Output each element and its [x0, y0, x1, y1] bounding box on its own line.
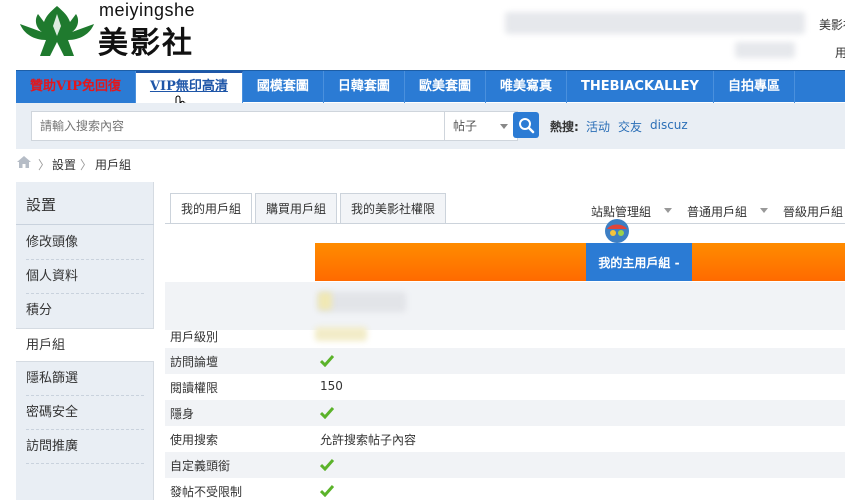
tab-my-user-group[interactable]: 我的用戶組: [170, 193, 253, 224]
chevron-down-icon: [760, 208, 768, 213]
breadcrumb-separator: 〉: [38, 158, 51, 172]
sidebar-title: 設置: [26, 196, 57, 214]
tab-buy-user-group[interactable]: 購買用戶組: [255, 193, 338, 223]
table-row: 閱讀權限 150: [165, 374, 845, 400]
search-button[interactable]: [513, 112, 539, 138]
main-navigation: 贊助VIP免回復 VIP無印高清 國模套圖 日韓套圖 歐美套圖 唯美寫真 THE…: [16, 70, 845, 103]
sidebar-divider: [16, 224, 154, 225]
row-label: 閱讀權限: [170, 381, 219, 395]
table-row: 使用搜索 允許搜索帖子內容: [165, 426, 845, 452]
search-bar: 帖子 熱搜: 活动 交友 discuz: [16, 103, 845, 149]
sidebar-item-password[interactable]: 密碼安全: [16, 396, 154, 430]
blurred-header-banner: [505, 12, 805, 34]
row-label: 用戶級別: [170, 330, 219, 344]
group-badge-icon: [605, 219, 629, 243]
top-right-link[interactable]: 用: [835, 44, 845, 61]
nav-item-national-models[interactable]: 國模套圖: [243, 71, 324, 103]
nav-item-japan-korea[interactable]: 日韓套圖: [324, 71, 405, 103]
breadcrumb-separator: 〉: [80, 158, 93, 172]
sidebar-item-user-group[interactable]: 用戶組: [16, 328, 154, 362]
tab-my-permissions[interactable]: 我的美影社權限: [340, 193, 447, 223]
table-row: 隱身: [165, 400, 845, 426]
chevron-down-icon: [664, 208, 672, 213]
sidebar-item-credits[interactable]: 積分: [16, 294, 154, 328]
sidebar-item-avatar[interactable]: 修改頭像: [16, 226, 154, 260]
breadcrumb-settings[interactable]: 設置: [52, 156, 76, 173]
nav-item-thebiackalley[interactable]: THEBIACKALLEY: [567, 71, 714, 103]
row-label: 發帖不受限制: [170, 485, 243, 499]
row-label: 使用搜索: [170, 433, 219, 447]
sidebar-item-label: 隱私篩選: [26, 371, 79, 386]
check-icon: [320, 355, 334, 367]
nav-item-western[interactable]: 歐美套圖: [405, 71, 486, 103]
sidebar-item-privacy[interactable]: 隱私篩選: [16, 362, 154, 396]
top-right-link[interactable]: 美影社: [819, 16, 845, 33]
table-row: 用戶級別: [165, 323, 845, 349]
search-icon: [519, 118, 535, 134]
blurred-avatar: [318, 292, 332, 310]
group-header-band: [315, 243, 845, 281]
logo-chinese-text: 美影社: [98, 26, 194, 61]
hot-search-link[interactable]: 活动: [586, 118, 610, 135]
row-label: 訪問論壇: [170, 355, 219, 369]
row-value: 150: [320, 379, 343, 393]
blurred-header-banner: [735, 42, 795, 58]
hot-search-link[interactable]: 交友: [618, 118, 642, 135]
sidebar-item-label: 密碼安全: [26, 405, 79, 420]
search-box: 帖子: [31, 111, 518, 141]
sidebar-item-profile[interactable]: 個人資料: [16, 260, 154, 294]
sidebar-item-label: 積分: [26, 303, 53, 318]
search-input[interactable]: [32, 112, 444, 140]
sidebar-item-label: 修改頭像: [26, 235, 79, 250]
group-link-promoted-users[interactable]: 晉級用戶組: [783, 203, 843, 220]
sidebar-item-label: 訪問推廣: [26, 439, 79, 454]
tab-underline: [165, 223, 845, 224]
current-group-header: 我的主用戶組 - VIP: [586, 243, 692, 310]
check-icon: [320, 407, 334, 419]
check-icon: [320, 459, 334, 471]
sidebar-item-promotion[interactable]: 訪問推廣: [16, 430, 154, 464]
settings-sidebar: 設置 修改頭像 個人資料 積分 用戶組 隱私篩選 密碼安全 訪問推廣: [16, 182, 154, 500]
hot-search-link[interactable]: discuz: [650, 118, 688, 132]
breadcrumb-user-group: 用戶組: [95, 158, 132, 172]
nav-item-sponsor-vip[interactable]: 贊助VIP免回復: [16, 71, 136, 103]
table-row: 訪問論壇: [165, 348, 845, 374]
search-type-select[interactable]: 帖子: [444, 112, 518, 140]
check-icon: [320, 485, 334, 497]
blurred-level-badge: [315, 327, 367, 341]
nav-item-selfie[interactable]: 自拍專區: [714, 71, 795, 103]
sidebar-item-label: 個人資料: [26, 269, 79, 284]
table-row: 自定義頭銜: [165, 452, 845, 478]
site-logo[interactable]: meiyingshe 美影社: [14, 0, 204, 62]
hot-search-label: 熱搜:: [550, 120, 579, 134]
table-row: 發帖不受限制: [165, 478, 845, 504]
row-label: 自定義頭銜: [170, 459, 231, 473]
chevron-down-icon: [500, 124, 508, 129]
nav-item-aesthetic[interactable]: 唯美寫真: [486, 71, 567, 103]
sidebar-item-label: 用戶組: [26, 338, 66, 353]
home-icon[interactable]: [17, 156, 31, 168]
search-type-label: 帖子: [453, 119, 478, 133]
group-link-normal-users[interactable]: 普通用戶組: [687, 203, 747, 220]
eagle-logo-icon: [20, 6, 94, 56]
row-label: 隱身: [170, 407, 195, 421]
row-value: 允許搜索帖子內容: [320, 433, 417, 447]
